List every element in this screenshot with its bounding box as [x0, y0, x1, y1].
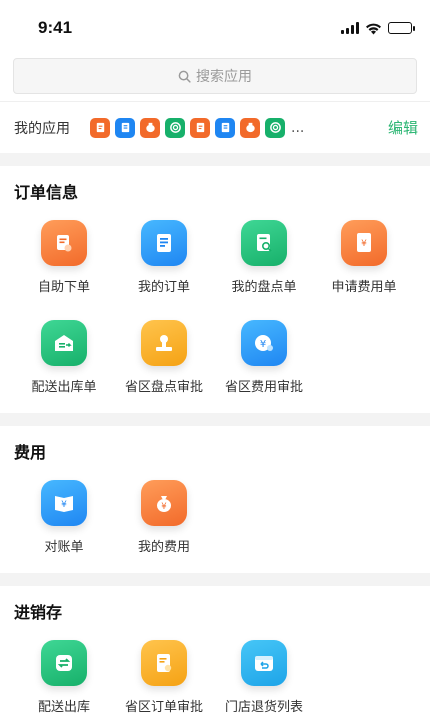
- money-bag-icon[interactable]: [240, 117, 260, 138]
- svg-text:¥: ¥: [260, 339, 266, 350]
- app-label: 我的费用: [137, 540, 190, 555]
- svg-text:¥: ¥: [61, 500, 67, 510]
- transfer-icon: [41, 640, 87, 686]
- app-label: 门店退货列表: [224, 700, 303, 715]
- wifi-icon: [366, 23, 381, 34]
- app-tile[interactable]: 门店退货列表: [214, 630, 314, 715]
- list-icon[interactable]: [115, 117, 135, 138]
- order-icon[interactable]: [190, 117, 210, 138]
- my-apps-icons: ...: [90, 117, 388, 138]
- search-placeholder: 搜索应用: [196, 69, 252, 85]
- app-tile[interactable]: 我的盘点单: [214, 210, 314, 302]
- app-label: 省区订单审批: [124, 700, 203, 715]
- order-icon[interactable]: [90, 117, 110, 138]
- status-time: 9:41: [38, 18, 73, 37]
- status-bar: 9:41: [0, 0, 430, 56]
- self-order-icon: [41, 220, 87, 266]
- order-list-icon: [141, 220, 187, 266]
- section-title: 费用: [14, 443, 47, 462]
- app-label: 对账单: [44, 540, 84, 555]
- delivery-out-icon: [41, 320, 87, 366]
- section-expenses: 费用 ¥ 对账单 ¥ 我的费用: [0, 426, 430, 562]
- app-tile[interactable]: 自助下单: [14, 210, 114, 302]
- swirl-icon[interactable]: [165, 117, 185, 138]
- app-label: 申请费用单: [331, 280, 397, 295]
- order-approval-icon: [141, 640, 187, 686]
- stamp-icon: [141, 320, 187, 366]
- app-label: 省区费用审批: [224, 380, 303, 395]
- swirl-icon[interactable]: [265, 117, 285, 138]
- svg-text:¥: ¥: [361, 239, 367, 249]
- app-grid: 自助下单 我的订单 我的盘点单 ¥ 申请费用单配送出库单 省区盘点审批 ¥ 省区费用审批: [0, 210, 430, 402]
- app-tile[interactable]: 配送出库单: [14, 310, 114, 402]
- search-area: 搜索应用: [0, 56, 430, 94]
- app-grid: ¥ 对账单 ¥ 我的费用: [0, 470, 430, 562]
- search-icon: [178, 70, 191, 83]
- section-order-info: 订单信息 自助下单 我的订单 我的盘点单 ¥ 申请费用单配送出库单 省区盘点审批 ¥ 省区费用…: [0, 166, 430, 402]
- app-label: 我的订单: [137, 280, 190, 295]
- inventory-check-icon: [241, 220, 287, 266]
- app-tile[interactable]: 省区订单审批: [114, 630, 214, 715]
- app-tile[interactable]: ¥ 对账单: [14, 470, 114, 562]
- search-input[interactable]: 搜索应用: [13, 58, 417, 94]
- app-label: 我的盘点单: [231, 280, 297, 295]
- svg-text:¥: ¥: [161, 502, 167, 512]
- section-title: 进销存: [14, 603, 63, 622]
- section-inventory: 进销存 配送出库 省区订单审批 门店退货列表: [0, 586, 430, 715]
- app-tile[interactable]: ¥ 省区费用审批: [214, 310, 314, 402]
- list-icon[interactable]: [215, 117, 235, 138]
- app-tile[interactable]: 我的订单: [114, 210, 214, 302]
- app-label: 配送出库: [37, 700, 90, 715]
- app-label: 自助下单: [37, 280, 90, 295]
- section-divider: [0, 573, 430, 586]
- section-title: 订单信息: [14, 183, 79, 202]
- return-box-icon: [241, 640, 287, 686]
- ledger-icon: ¥: [41, 480, 87, 526]
- app-label: 省区盘点审批: [124, 380, 203, 395]
- app-page: 9:41 搜索应用 我的应用 ... 编辑 订单信息 自助下单 我的订单 我的盘…: [0, 0, 430, 715]
- app-label: 配送出库单: [31, 380, 97, 395]
- app-tile[interactable]: ¥ 我的费用: [114, 470, 214, 562]
- status-icons: [341, 22, 415, 35]
- app-tile[interactable]: ¥ 申请费用单: [314, 210, 414, 302]
- money-bag-icon: ¥: [141, 480, 187, 526]
- my-apps-label: 我的应用: [14, 120, 70, 137]
- app-tile[interactable]: 省区盘点审批: [114, 310, 214, 402]
- app-tile[interactable]: 配送出库: [14, 630, 114, 715]
- my-apps-row: 我的应用 ... 编辑: [0, 101, 430, 153]
- app-grid: 配送出库 省区订单审批 门店退货列表: [0, 630, 430, 715]
- edit-button[interactable]: 编辑: [388, 117, 418, 138]
- expense-request-icon: ¥: [341, 220, 387, 266]
- section-divider: [0, 413, 430, 426]
- section-divider: [0, 153, 430, 166]
- battery-icon: [388, 22, 415, 34]
- more-apps-ellipsis: ...: [291, 119, 305, 136]
- cellular-signal-icon: [341, 22, 359, 34]
- fee-approval-icon: ¥: [241, 320, 287, 366]
- money-bag-icon[interactable]: [140, 117, 160, 138]
